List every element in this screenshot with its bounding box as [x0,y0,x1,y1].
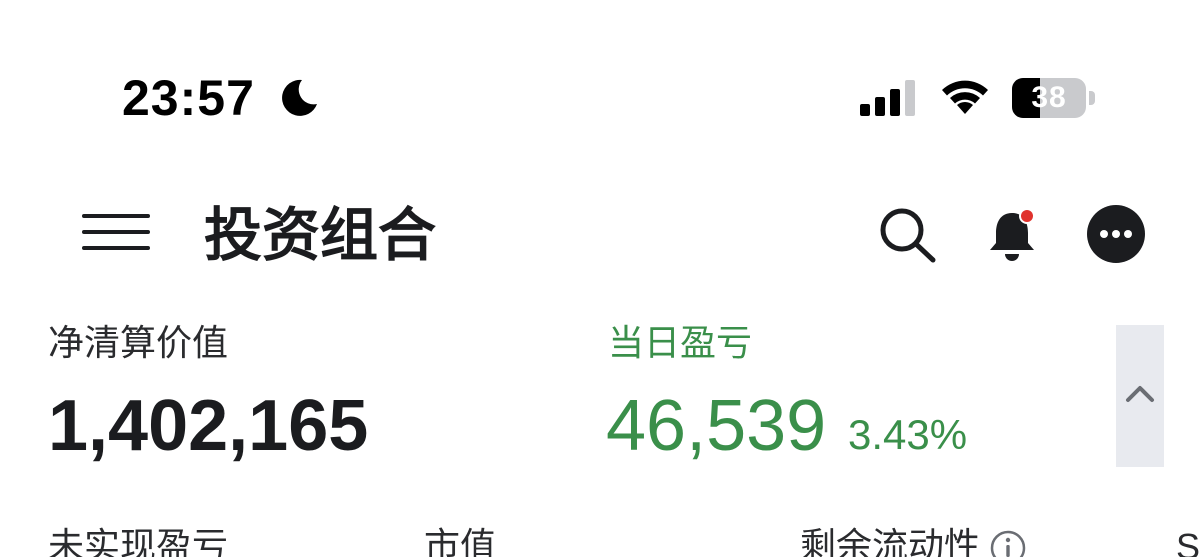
chevron-up-icon [1126,386,1154,402]
collapse-summary-button[interactable] [1116,325,1164,467]
menu-icon[interactable] [82,210,152,254]
market-value-label: 市值 [424,526,497,557]
more-options-icon[interactable] [1086,204,1146,264]
excess-liquidity-label: 剩余流动性 [800,526,981,557]
daily-pnl-label: 当日盈亏 [608,323,753,364]
wifi-icon [942,80,988,114]
sma-label: SI [1176,526,1200,557]
daily-pnl-percent: 3.43% [848,411,968,458]
page-title: 投资组合 [204,201,437,269]
notification-dot [1021,210,1033,222]
daily-pnl-value: 46,539 [606,386,827,466]
moon-icon [282,79,317,116]
info-icon[interactable] [990,530,1026,557]
status-bar: 23:57 38 [0,0,1200,150]
search-icon[interactable] [878,206,940,264]
battery-body: 38 [1012,78,1086,118]
net-liquidation-label: 净清算价值 [48,323,229,364]
battery-cap [1089,91,1095,105]
net-liquidation-value: 1,402,165 [48,386,369,466]
bell-icon[interactable] [986,205,1042,265]
unrealized-pnl-label: 未实现盈亏 [48,526,229,557]
cellular-signal-icon [860,80,915,116]
status-time: 23:57 [122,70,255,126]
battery-level: 38 [1031,81,1067,114]
battery-indicator: 38 [1012,78,1096,118]
portfolio-screen: 23:57 38 投资组合 净清算价值 1,402,165 当日盈亏 46,53… [0,0,1200,557]
